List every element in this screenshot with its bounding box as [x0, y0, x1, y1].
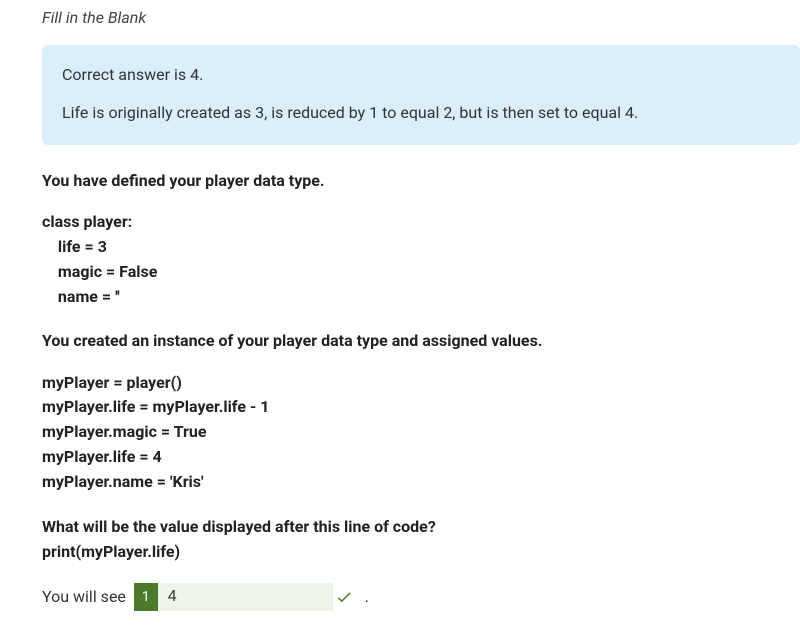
blank-input[interactable]	[158, 583, 333, 611]
answer-prefix: You will see	[42, 587, 126, 606]
question-prompt: What will be the value displayed after t…	[42, 515, 800, 538]
question-type-label: Fill in the Blank	[42, 8, 800, 27]
feedback-line-1: Correct answer is 4.	[62, 63, 780, 87]
answer-line: You will see 1 .	[42, 583, 800, 611]
answer-suffix: .	[365, 587, 369, 606]
code-block-class-def: class player: life = 3 magic = False nam…	[42, 210, 800, 309]
feedback-box: Correct answer is 4. Life is originally …	[42, 45, 800, 145]
question-body: You have defined your player data type. …	[42, 169, 800, 611]
intro-text-2: You created an instance of your player d…	[42, 329, 800, 352]
correct-check-icon	[335, 588, 353, 606]
code-block-print: print(myPlayer.life)	[42, 540, 800, 565]
intro-text-1: You have defined your player data type.	[42, 169, 800, 192]
blank-number-badge: 1	[134, 583, 158, 611]
feedback-line-2: Life is originally created as 3, is redu…	[62, 101, 780, 125]
code-block-instance: myPlayer = player() myPlayer.life = myPl…	[42, 371, 800, 495]
question-container: Fill in the Blank Correct answer is 4. L…	[0, 0, 800, 631]
